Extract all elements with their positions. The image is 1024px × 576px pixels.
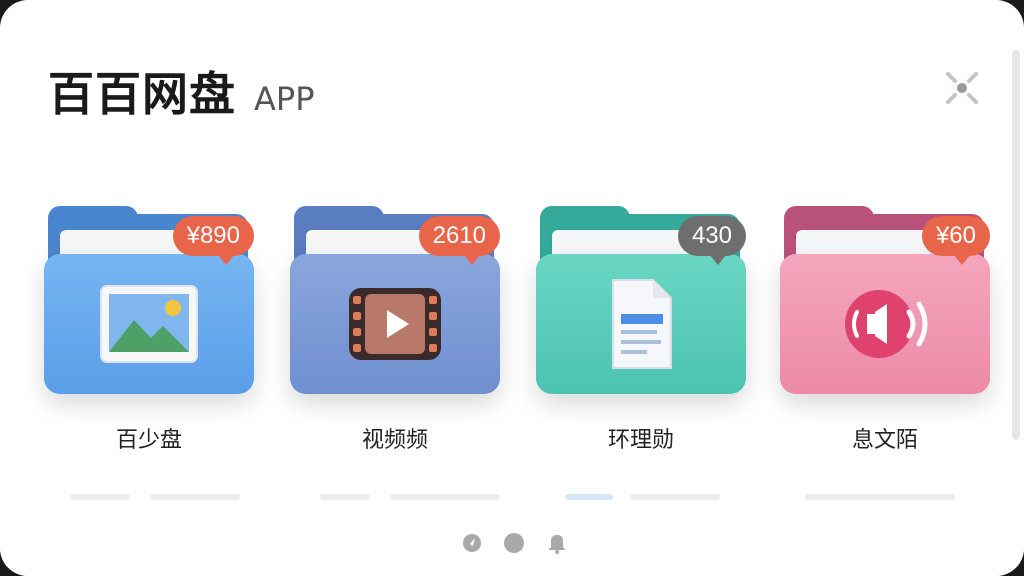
close-icon xyxy=(946,72,978,104)
folder-documents[interactable]: 430 xyxy=(536,206,746,396)
folder-label: 环理勋 xyxy=(607,428,674,453)
close-button[interactable] xyxy=(942,68,982,108)
scrollbar[interactable] xyxy=(1012,50,1020,440)
folder-pictures[interactable]: ¥890 xyxy=(44,206,254,396)
folder-label: 视频频 xyxy=(361,428,428,453)
app-title: 百百网盘 xyxy=(48,67,236,121)
folder-label: 息文陌 xyxy=(851,428,918,453)
document-icon xyxy=(612,279,672,369)
nav-home[interactable] xyxy=(503,532,525,554)
folder-label: 百少盘 xyxy=(115,428,182,453)
app-subtitle: APP xyxy=(254,80,315,118)
compass-icon xyxy=(463,534,481,552)
count-badge: ¥60 xyxy=(921,216,990,265)
dot-icon xyxy=(504,533,524,553)
folder-video[interactable]: 2610 xyxy=(290,206,500,396)
audio-icon xyxy=(845,290,928,358)
folder-audio[interactable]: ¥60 xyxy=(780,206,990,396)
image-icon xyxy=(100,285,198,363)
header: 百百网盘 APP xyxy=(48,58,314,124)
count-badge: ¥890 xyxy=(172,216,254,265)
bell-icon xyxy=(549,535,565,554)
app-window: 百百网盘 APP ¥890 百少盘 2610 视频频 430 环理勋 ¥60 息… xyxy=(0,0,1024,576)
count-badge: 430 xyxy=(677,216,746,265)
video-icon xyxy=(349,288,441,360)
nav-notifications[interactable] xyxy=(546,532,568,554)
count-badge: 2610 xyxy=(418,216,500,265)
nav-compass[interactable] xyxy=(461,532,483,554)
